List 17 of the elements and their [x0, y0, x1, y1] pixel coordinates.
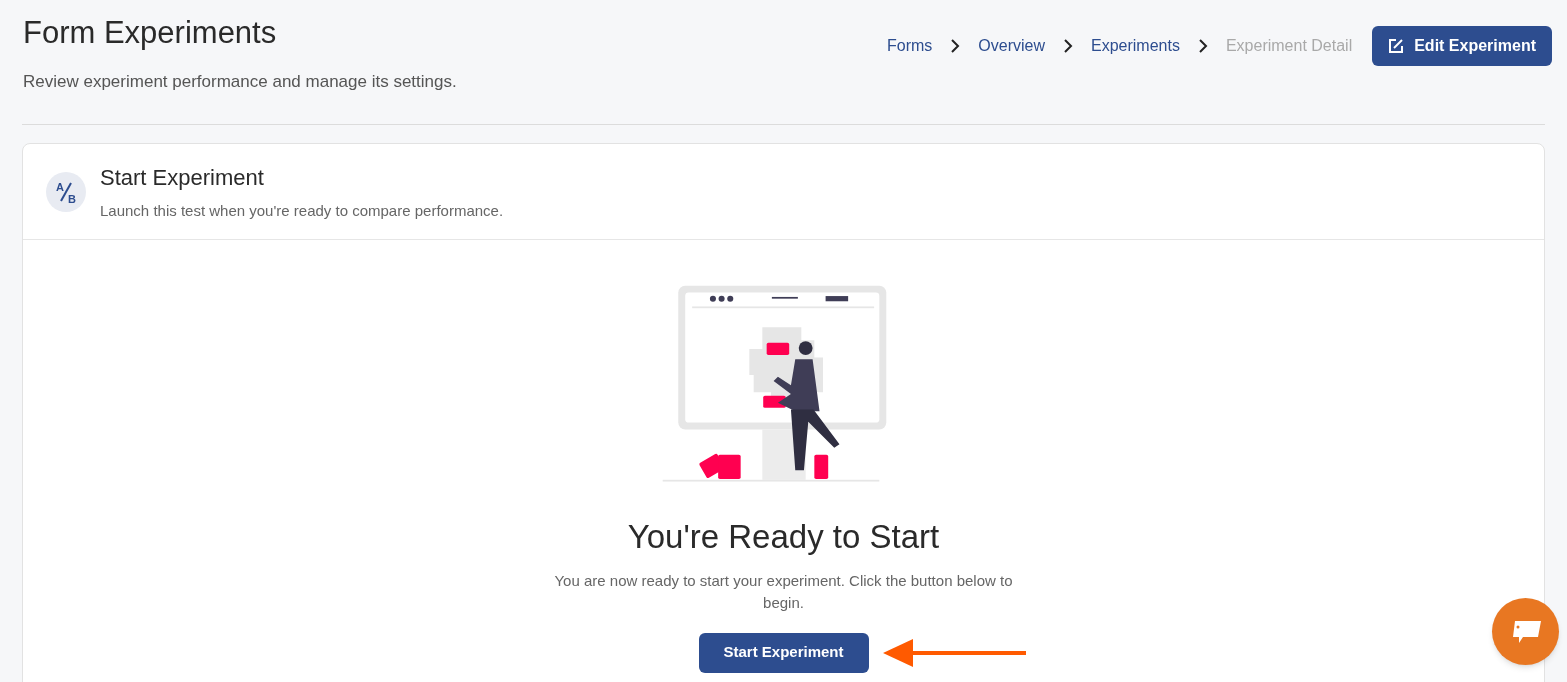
breadcrumb-link[interactable]: Forms — [886, 34, 933, 58]
edit-icon — [1388, 38, 1405, 54]
chevron-right-icon — [1063, 39, 1073, 53]
page-title: Form Experiments — [23, 14, 278, 52]
empty-state-heading: You're Ready to Start — [627, 517, 940, 557]
chevron-right-icon — [1197, 39, 1208, 53]
page-subtitle: Review experiment performance and manage its settings. — [23, 70, 457, 93]
empty-state-text: You are now ready to start your experiment. Click the button below to begin. — [553, 570, 1014, 613]
edit-experiment-button[interactable]: Edit Experiment — [1372, 26, 1552, 66]
start-experiment-button[interactable]: Start Experiment — [698, 632, 869, 673]
card-title: Start Experiment — [100, 163, 265, 192]
arrow-icon — [882, 636, 1028, 669]
chevron-right-icon — [950, 39, 961, 53]
breadcrumb-link[interactable]: Experiments — [1091, 34, 1180, 58]
breadcrumb-link[interactable]: Overview — [978, 34, 1045, 58]
ab-test-icon: A B — [46, 171, 86, 212]
card-subtitle: Launch this test when you're ready to compare performance. — [100, 200, 504, 221]
